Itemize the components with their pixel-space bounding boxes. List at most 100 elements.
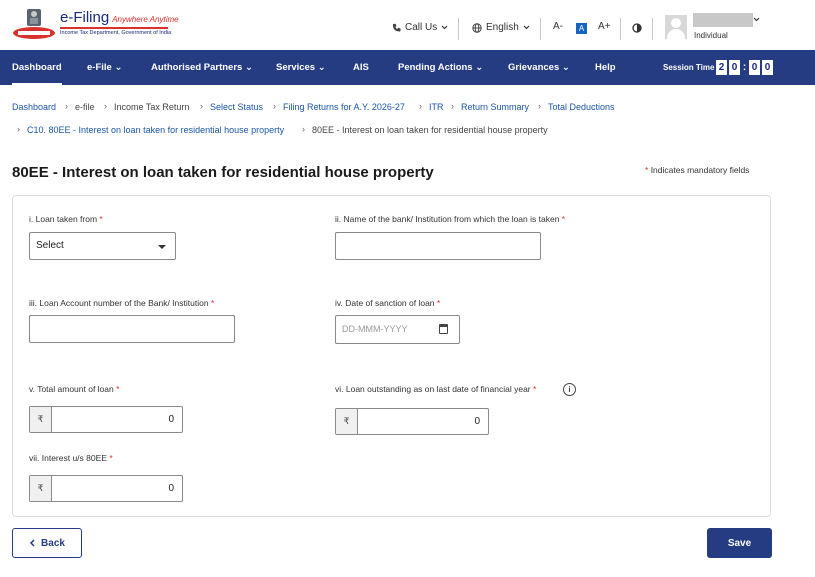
- logo-title: e-Filing: [60, 9, 110, 26]
- breadcrumb-separator: ›: [419, 101, 422, 111]
- outstanding-loan-label: vi. Loan outstanding as on last date of …: [335, 384, 536, 394]
- avatar[interactable]: [665, 15, 687, 39]
- breadcrumb-c10-80ee[interactable]: C10. 80EE - Interest on loan taken for r…: [27, 125, 284, 135]
- phone-icon: [392, 23, 401, 32]
- breadcrumb-separator: ›: [200, 101, 203, 111]
- total-loan-input[interactable]: ₹ 0: [29, 406, 183, 433]
- outstanding-loan-input[interactable]: ₹ 0: [335, 408, 489, 435]
- language-menu[interactable]: English: [472, 22, 530, 33]
- timer-digit: 0: [762, 60, 773, 75]
- nav-dashboard[interactable]: Dashboard: [12, 62, 62, 85]
- user-role: Individual: [694, 31, 728, 40]
- timer-digit: 2: [716, 60, 727, 75]
- chevron-left-icon: [29, 539, 35, 547]
- breadcrumb-filing-returns[interactable]: Filing Returns for A.Y. 2026-27: [283, 102, 405, 112]
- font-increase-button[interactable]: A+: [598, 21, 611, 32]
- nav-efile[interactable]: e-File ⌄: [87, 62, 122, 73]
- required-star: *: [645, 165, 649, 175]
- save-button[interactable]: Save: [707, 528, 772, 558]
- calendar-icon[interactable]: [439, 324, 448, 334]
- bank-name-input[interactable]: [335, 232, 541, 260]
- breadcrumb-income-tax-return: Income Tax Return: [114, 102, 190, 112]
- call-us-label: Call Us: [405, 22, 438, 33]
- rupee-icon: ₹: [336, 409, 358, 434]
- required-star: *: [436, 298, 441, 308]
- outstanding-loan-value: 0: [474, 416, 480, 427]
- call-us-menu[interactable]: Call Us: [392, 22, 448, 33]
- loan-from-select[interactable]: Select: [29, 232, 176, 260]
- breadcrumb-separator: ›: [538, 101, 541, 111]
- total-loan-label-text: v. Total amount of loan: [29, 384, 114, 394]
- breadcrumb-efile: e-file: [75, 102, 95, 112]
- nav-pending-label: Pending Actions: [398, 62, 473, 73]
- sanction-date-placeholder: DD-MMM-YYYY: [342, 324, 408, 334]
- timer-colon: :: [742, 62, 747, 73]
- interest-80ee-value: 0: [168, 483, 174, 494]
- breadcrumb-separator: ›: [451, 101, 454, 111]
- font-decrease-button[interactable]: A-: [553, 21, 563, 32]
- required-star: *: [210, 298, 215, 308]
- breadcrumb-select-status[interactable]: Select Status: [210, 102, 263, 112]
- breadcrumb-itr[interactable]: ITR: [429, 102, 444, 112]
- bank-name-label: ii. Name of the bank/ Institution from w…: [335, 214, 565, 224]
- session-time-label: Session Time: [663, 63, 715, 72]
- nav-services[interactable]: Services ⌄: [276, 62, 326, 73]
- timer-digit: 0: [729, 60, 740, 75]
- nav-pending-actions[interactable]: Pending Actions ⌄: [398, 62, 483, 73]
- header-divider: [652, 18, 653, 40]
- nav-ais[interactable]: AIS: [353, 62, 369, 73]
- chevron-down-icon: [441, 25, 448, 30]
- total-loan-label: v. Total amount of loan *: [29, 384, 119, 394]
- logo-underline: [60, 27, 168, 29]
- nav-grievances-label: Grievances: [508, 62, 560, 73]
- breadcrumb-current: 80EE - Interest on loan taken for reside…: [312, 125, 548, 135]
- chevron-down-icon[interactable]: [753, 17, 760, 22]
- nav-partners-label: Authorised Partners: [151, 62, 243, 73]
- required-star: *: [109, 453, 113, 463]
- breadcrumb-separator: ›: [65, 101, 68, 111]
- main-nav: Dashboard e-File ⌄ Authorised Partners ⌄…: [0, 50, 815, 85]
- breadcrumb-separator: ›: [17, 124, 20, 134]
- user-name-redacted[interactable]: [693, 13, 753, 27]
- logo[interactable]: e-Filing Anywhere Anytime: [60, 9, 179, 27]
- breadcrumb-return-summary[interactable]: Return Summary: [461, 102, 529, 112]
- breadcrumb-total-deductions[interactable]: Total Deductions: [548, 102, 615, 112]
- back-button[interactable]: Back: [12, 528, 82, 558]
- outstanding-loan-label-text: vi. Loan outstanding as on last date of …: [335, 384, 531, 394]
- interest-80ee-input[interactable]: ₹ 0: [29, 475, 183, 502]
- required-star: *: [561, 214, 566, 224]
- info-icon[interactable]: i: [563, 383, 576, 396]
- sanction-date-label-text: iv. Date of sanction of loan: [335, 298, 435, 308]
- caret-down-icon: [158, 245, 166, 249]
- nav-efile-label: e-File: [87, 62, 112, 73]
- breadcrumb-dashboard[interactable]: Dashboard: [12, 102, 56, 112]
- required-star: *: [99, 214, 103, 224]
- chevron-down-icon: [523, 25, 530, 30]
- font-normal-button[interactable]: A: [576, 23, 587, 34]
- session-timer: 2 0 : 0 0: [716, 60, 773, 75]
- timer-digit: 0: [749, 60, 760, 75]
- sanction-date-input[interactable]: DD-MMM-YYYY: [335, 315, 460, 344]
- govt-emblem-icon: [13, 9, 55, 39]
- language-label: English: [486, 22, 519, 33]
- contrast-toggle-icon[interactable]: [632, 23, 642, 33]
- globe-icon: [472, 22, 482, 33]
- account-number-input[interactable]: [29, 315, 235, 343]
- breadcrumb-separator: ›: [302, 124, 305, 134]
- required-star: *: [533, 384, 537, 394]
- sanction-date-label: iv. Date of sanction of loan *: [335, 298, 440, 308]
- loan-from-selected-value: Select: [36, 240, 64, 251]
- nav-authorised-partners[interactable]: Authorised Partners ⌄: [151, 62, 253, 73]
- mandatory-note-text: Indicates mandatory fields: [650, 165, 750, 175]
- nav-grievances[interactable]: Grievances ⌄: [508, 62, 570, 73]
- breadcrumb-separator: ›: [104, 101, 107, 111]
- breadcrumb-separator: ›: [273, 101, 276, 111]
- rupee-icon: ₹: [30, 476, 52, 501]
- required-star: *: [116, 384, 120, 394]
- bank-name-label-text: ii. Name of the bank/ Institution from w…: [335, 214, 560, 224]
- header-divider: [620, 18, 621, 40]
- mandatory-note: * Indicates mandatory fields: [645, 165, 749, 175]
- nav-services-label: Services: [276, 62, 316, 73]
- interest-80ee-label-text: vii. Interest u/s 80EE: [29, 453, 107, 463]
- nav-help[interactable]: Help: [595, 62, 616, 73]
